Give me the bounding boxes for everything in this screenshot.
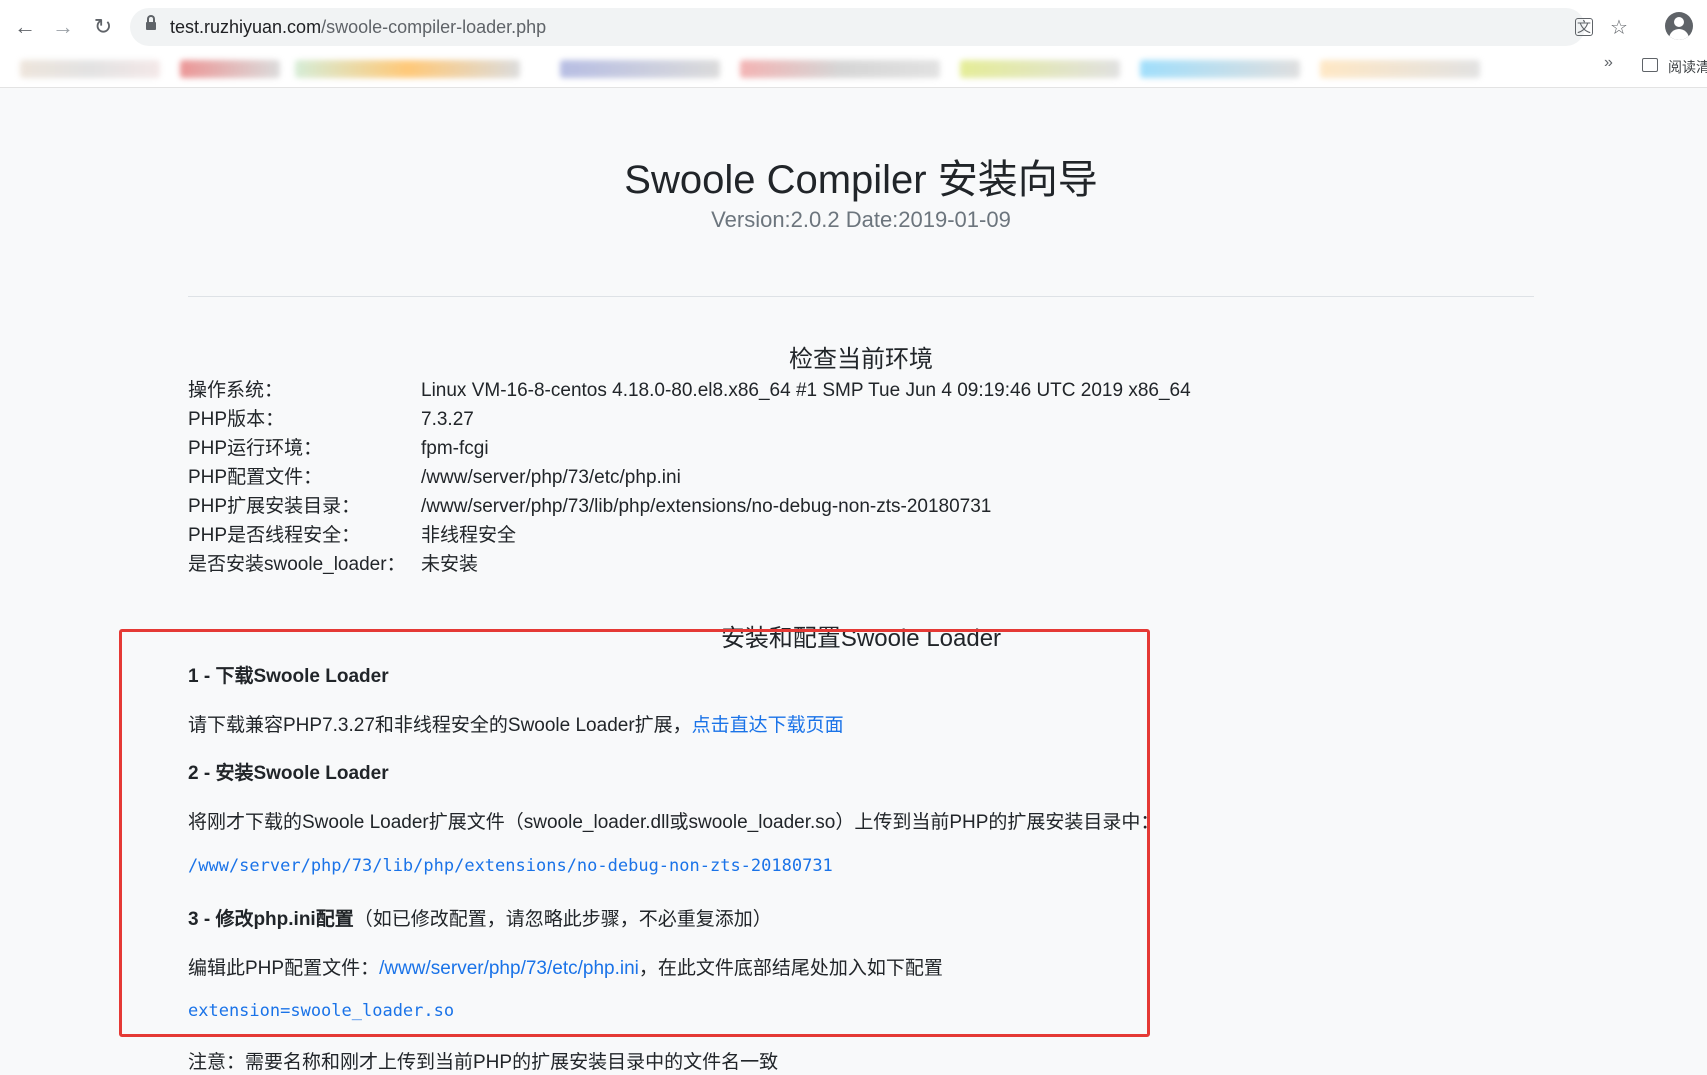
extension-config-line: extension=swoole_loader.so [188,1001,455,1021]
env-label: 操作系统： [188,380,284,401]
env-label: PHP运行环境： [188,438,323,459]
bookmark-star-icon[interactable]: ☆ [1608,16,1630,39]
env-value: 非线程安全 [421,525,517,546]
url-path: /swoole-compiler-loader.php [321,17,547,37]
bookmark-item[interactable] [960,60,1120,78]
forward-arrow-icon[interactable]: → [48,12,78,42]
reload-icon[interactable]: ↻ [88,12,118,42]
bookmark-item[interactable] [740,60,940,78]
step3-hint: （如已修改配置，请忽略此步骤，不必重复添加） [353,909,772,930]
step1-heading-text: 1 - 下载Swoole Loader [188,666,389,687]
address-bar[interactable]: test.ruzhiyuan.com/swoole-compiler-loade… [130,8,1628,46]
bookmark-item[interactable] [295,60,520,78]
step1-description: 请下载兼容PHP7.3.27和非线程安全的Swoole Loader扩展， [188,715,692,736]
env-row: 是否安装swoole_loader： 未安装 [188,550,1488,579]
env-label: PHP版本： [188,409,285,430]
env-label: PHP是否线程安全： [188,525,361,546]
step1-text: 请下载兼容PHP7.3.27和非线程安全的Swoole Loader扩展，点击直… [188,710,844,737]
env-value: /www/server/php/73/etc/php.ini [421,467,681,488]
step3-heading-text: 3 - 修改php.ini配置 [188,909,354,930]
step2-text: 将刚才下载的Swoole Loader扩展文件（swoole_loader.dl… [188,812,1160,833]
extension-dir-path: /www/server/php/73/lib/php/extensions/no… [188,856,833,876]
env-label: PHP配置文件： [188,467,323,488]
env-value: fpm-fcgi [421,438,489,459]
reading-list-icon[interactable] [1642,58,1658,72]
env-value: /www/server/php/73/lib/php/extensions/no… [421,496,992,517]
bookmark-item[interactable] [1320,60,1480,78]
filename-note: 注意：需要名称和刚才上传到当前PHP的扩展安装目录中的文件名一致 [188,1052,779,1073]
download-page-link[interactable]: 点击直达下载页面 [692,715,844,736]
version-text: Version:2.0.2 Date:2019-01-09 [711,207,1011,232]
profile-avatar-icon[interactable] [1665,12,1693,40]
back-arrow-icon[interactable]: ← [10,12,40,42]
divider [188,296,1534,297]
reading-list-label[interactable]: 阅读清 [1668,57,1707,77]
step3-text: 编辑此PHP配置文件：/www/server/php/73/etc/php.in… [188,953,943,980]
env-section-title: 检查当前环境 [789,346,933,373]
env-value: 未安装 [421,554,479,575]
php-ini-path: /www/server/php/73/etc/php.ini [379,958,639,979]
env-row: 操作系统： Linux VM-16-8-centos 4.18.0-80.el8… [188,376,1488,405]
env-row: PHP是否线程安全： 非线程安全 [188,521,1488,550]
page-content: Swoole Compiler 安装向导 Version:2.0.2 Date:… [0,89,1707,1075]
bookmark-item[interactable] [180,60,280,78]
env-row: PHP版本： 7.3.27 [188,405,1488,434]
step2-heading: 2 - 安装Swoole Loader [188,758,389,785]
env-row: PHP扩展安装目录： /www/server/php/73/lib/php/ex… [188,492,1488,521]
page-title: Swoole Compiler 安装向导 [624,158,1098,202]
env-value: Linux VM-16-8-centos 4.18.0-80.el8.x86_6… [421,380,1191,401]
env-row: PHP配置文件： /www/server/php/73/etc/php.ini [188,463,1488,492]
bookmark-item[interactable] [1140,60,1300,78]
url-host: test.ruzhiyuan.com [170,17,322,37]
step1-heading: 1 - 下载Swoole Loader [188,661,389,688]
browser-toolbar: ← → ↻ test.ruzhiyuan.com/swoole-compiler… [0,0,1707,88]
step3-text-post: ，在此文件底部结尾处加入如下配置 [638,958,943,979]
translate-icon[interactable]: 文 [1575,18,1593,36]
bookmarks-bar [0,52,1707,86]
step2-heading-text: 2 - 安装Swoole Loader [188,763,389,784]
install-section-title: 安装和配置Swoole Loader [720,625,1002,652]
lock-icon [146,15,156,32]
bookmark-item[interactable] [20,60,160,78]
url-text[interactable]: test.ruzhiyuan.com/swoole-compiler-loade… [170,17,546,38]
env-value: 7.3.27 [421,409,474,430]
env-label: 是否安装swoole_loader： [188,554,406,575]
step3-heading: 3 - 修改php.ini配置（如已修改配置，请忽略此步骤，不必重复添加） [188,904,772,931]
bookmark-item[interactable] [560,60,720,78]
env-label: PHP扩展安装目录： [188,496,361,517]
step3-text-pre: 编辑此PHP配置文件： [188,958,380,979]
more-bookmarks-button[interactable]: » [1604,54,1613,72]
env-row: PHP运行环境： fpm-fcgi [188,434,1488,463]
